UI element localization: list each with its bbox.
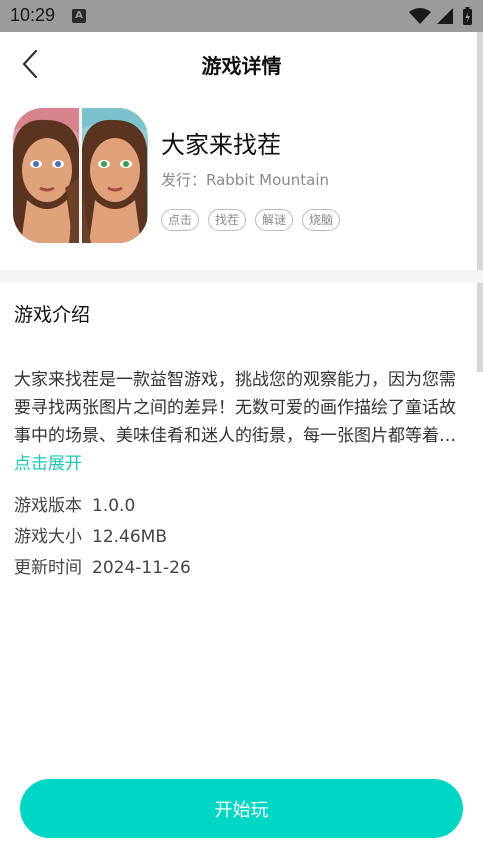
wifi-icon	[409, 8, 431, 24]
intro-text: 大家来找茬是一款益智游戏，挑战您的观察能力，因为您需要寻找两张图片之间的差异！无…	[14, 370, 456, 446]
info-row-size: 游戏大小 12.46MB	[14, 523, 191, 554]
info-row-updated: 更新时间 2024-11-26	[14, 554, 191, 585]
info-list: 游戏版本 1.0.0 游戏大小 12.46MB 更新时间 2024-11-26	[14, 492, 191, 585]
status-icons	[407, 6, 477, 26]
publisher-label: 发行：Rabbit Mountain	[161, 171, 330, 189]
expand-link[interactable]: 点击展开	[14, 449, 82, 474]
signal-icon	[437, 8, 453, 24]
play-button[interactable]: 开始玩	[20, 779, 463, 838]
app-header: 游戏详情	[0, 32, 483, 98]
notification-icon: A	[72, 9, 86, 23]
status-time: 10:29	[10, 5, 56, 25]
info-row-version: 游戏版本 1.0.0	[14, 492, 191, 523]
game-thumbnail[interactable]	[13, 108, 148, 243]
tag-chip[interactable]: 点击	[161, 209, 200, 231]
status-bar: 10:29 A	[0, 0, 483, 32]
intro-title: 游戏介绍	[14, 304, 91, 326]
battery-icon	[463, 7, 472, 25]
tag-chip[interactable]: 烧脑	[302, 209, 341, 231]
game-card: 大家来找茬 发行：Rabbit Mountain 点击 找茬 解谜 烧脑	[0, 98, 483, 270]
tag-chip[interactable]: 找茬	[208, 209, 247, 231]
info-label: 游戏大小	[14, 527, 82, 547]
info-label: 更新时间	[14, 558, 82, 578]
tag-chip[interactable]: 解谜	[255, 209, 294, 231]
section-divider	[0, 270, 483, 283]
tag-list: 点击 找茬 解谜 烧脑	[161, 209, 341, 231]
info-label: 游戏版本	[14, 496, 82, 516]
info-value: 2024-11-26	[92, 558, 191, 578]
info-value: 12.46MB	[92, 527, 167, 547]
info-value: 1.0.0	[92, 496, 136, 516]
page-title: 游戏详情	[201, 54, 282, 78]
game-name: 大家来找茬	[161, 131, 281, 159]
